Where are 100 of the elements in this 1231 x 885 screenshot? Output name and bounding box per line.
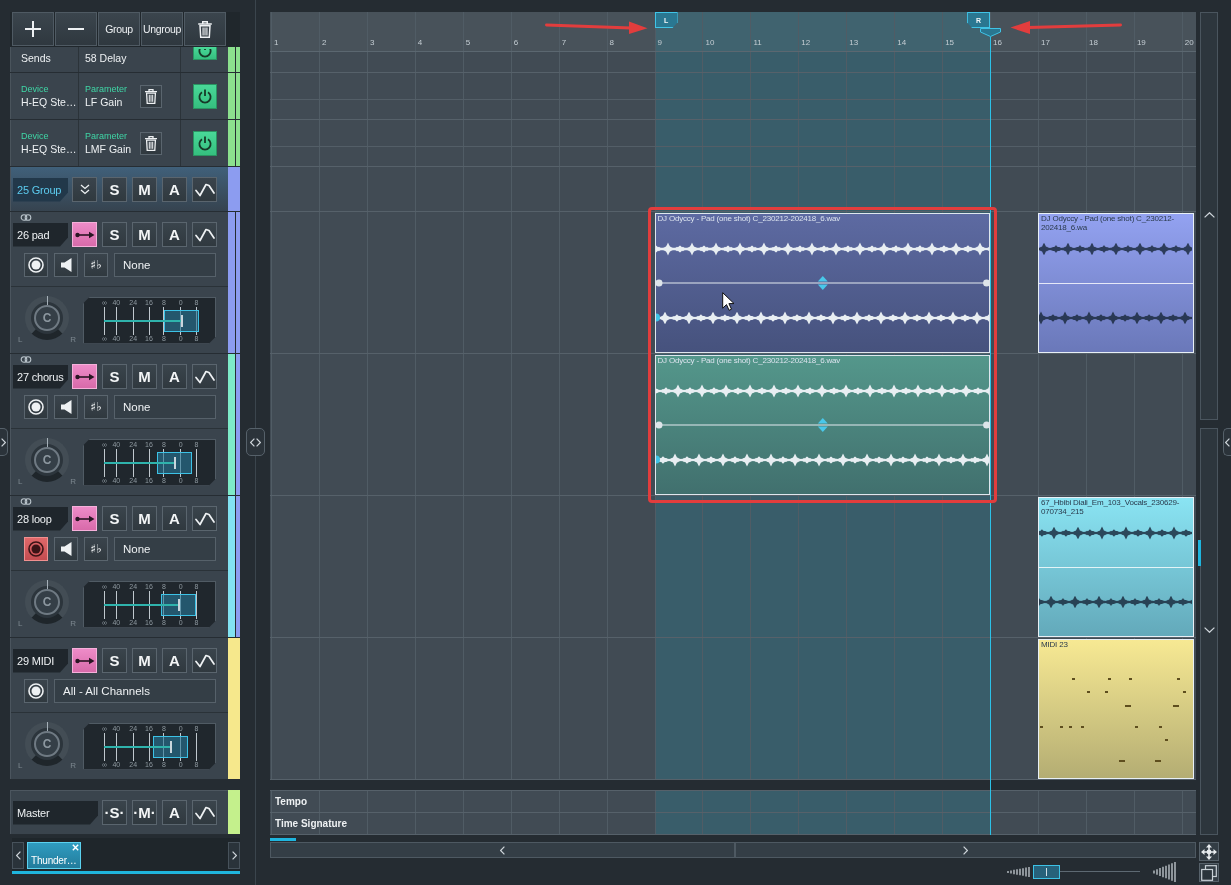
move-button[interactable] xyxy=(1199,842,1219,861)
toolbar-button[interactable]: Group xyxy=(98,12,140,46)
track-name-field[interactable]: Master xyxy=(13,800,98,825)
fader-handle[interactable] xyxy=(161,593,197,616)
expand-panel-button[interactable] xyxy=(0,428,8,456)
track-name-field[interactable]: 27 chorus xyxy=(13,364,68,389)
envelope-handle[interactable] xyxy=(655,279,662,287)
pan-knob[interactable]: C xyxy=(25,438,69,482)
fader-track[interactable] xyxy=(104,448,197,477)
power-button[interactable] xyxy=(192,83,217,109)
delete-button[interactable] xyxy=(140,131,162,155)
input-dropdown[interactable]: None xyxy=(114,253,216,277)
automation-button[interactable] xyxy=(192,222,217,247)
scroll-thumb[interactable] xyxy=(1198,540,1201,566)
track-toggle-button[interactable]: M xyxy=(132,222,157,247)
track-tab[interactable]: Thunder… xyxy=(27,842,81,869)
automation-button[interactable] xyxy=(192,177,217,202)
track-toggle-button[interactable]: A xyxy=(162,222,187,247)
audio-clip[interactable]: DJ Odyccy - Pad (one shot) C_230212-202418_6.wa xyxy=(1038,213,1194,353)
track-name-field[interactable]: 26 pad xyxy=(13,222,68,247)
record-button[interactable] xyxy=(24,395,48,419)
track-toggle-button[interactable]: A xyxy=(162,506,187,531)
audio-clip[interactable]: 67_Hbibi Diali_Em_103_Vocals_230629-070734_215 xyxy=(1038,497,1194,637)
track-toggle-button[interactable]: A xyxy=(162,364,187,389)
fade-handle[interactable] xyxy=(655,455,660,464)
track-toggle-button[interactable]: M xyxy=(132,506,157,531)
audio-clip[interactable]: DJ Odyccy - Pad (one shot) C_230212-202418_6.wav xyxy=(654,213,991,353)
track-toggle-button[interactable]: S xyxy=(102,506,127,531)
track-toggle-button[interactable]: S xyxy=(102,177,127,202)
fader-track[interactable] xyxy=(104,732,197,761)
field-label: Device xyxy=(21,130,50,142)
bar-number: 6 xyxy=(513,38,519,47)
window-button[interactable] xyxy=(1199,863,1219,882)
track-toggle-button[interactable]: A xyxy=(162,177,187,202)
chevron-up-icon xyxy=(1203,212,1215,218)
fader-track[interactable] xyxy=(104,306,197,335)
zoom-slider-track[interactable] xyxy=(1033,862,1140,882)
track-name-field[interactable]: 25 Group xyxy=(13,177,68,202)
zoom-slider-thumb[interactable] xyxy=(1033,865,1060,879)
gain-handle[interactable] xyxy=(817,276,828,290)
track-toggle-button[interactable]: M xyxy=(132,648,157,673)
routing-button[interactable] xyxy=(72,222,97,247)
routing-button[interactable] xyxy=(72,364,97,389)
record-button[interactable] xyxy=(24,537,48,561)
delete-button[interactable] xyxy=(184,12,226,46)
input-dropdown[interactable]: None xyxy=(114,537,216,561)
monitor-button[interactable] xyxy=(54,395,78,419)
transpose-button[interactable]: ♯♭ xyxy=(84,395,108,419)
routing-button[interactable] xyxy=(72,648,97,673)
envelope-handle[interactable] xyxy=(655,421,662,429)
expand-panel-button[interactable] xyxy=(1223,428,1231,456)
monitor-button[interactable] xyxy=(54,537,78,561)
monitor-button[interactable] xyxy=(54,253,78,277)
fade-handle[interactable] xyxy=(655,313,660,322)
fader-handle[interactable] xyxy=(153,735,188,758)
record-button[interactable] xyxy=(24,253,48,277)
track-toggle-button[interactable]: S xyxy=(102,364,127,389)
automation-button[interactable] xyxy=(192,506,217,531)
routing-button[interactable] xyxy=(72,506,97,531)
automation-button[interactable] xyxy=(192,648,217,673)
playhead-handle[interactable] xyxy=(979,28,1001,37)
transpose-button[interactable]: ♯♭ xyxy=(84,537,108,561)
envelope-handle[interactable] xyxy=(982,421,990,429)
fader-handle[interactable] xyxy=(164,309,200,332)
toggle-panel-button[interactable] xyxy=(246,428,265,456)
pan-knob[interactable]: C xyxy=(25,580,69,624)
toolbar-button[interactable]: Ungroup xyxy=(141,12,183,46)
chevron-right-icon xyxy=(963,845,968,855)
track-toggle-button[interactable]: S xyxy=(102,222,127,247)
track-toggle-button[interactable]: ·M· xyxy=(132,800,157,825)
envelope-handle[interactable] xyxy=(982,279,990,287)
track-toggle-button[interactable]: A xyxy=(162,648,187,673)
input-dropdown[interactable]: All - All Channels xyxy=(54,679,216,703)
track-name-field[interactable]: 28 loop xyxy=(13,506,68,531)
power-button[interactable] xyxy=(192,130,217,156)
record-button[interactable] xyxy=(24,679,48,703)
power-button[interactable] xyxy=(192,47,217,60)
remove-button[interactable] xyxy=(55,12,97,46)
pan-knob[interactable]: C xyxy=(25,296,69,340)
track-toggle-button[interactable]: ·S· xyxy=(102,800,127,825)
fader-track[interactable] xyxy=(104,590,197,619)
automation-button[interactable] xyxy=(192,364,217,389)
collapse-button[interactable] xyxy=(72,177,97,202)
track-toggle-button[interactable]: M xyxy=(132,364,157,389)
fader-handle[interactable] xyxy=(156,451,192,474)
input-dropdown[interactable]: None xyxy=(114,395,216,419)
transpose-button[interactable]: ♯♭ xyxy=(84,253,108,277)
track-toggle-button[interactable]: M xyxy=(132,177,157,202)
track-toggle-button[interactable]: S xyxy=(102,648,127,673)
overlapping-squares-icon xyxy=(1201,864,1217,881)
scroll-right-button[interactable] xyxy=(228,842,240,869)
pan-knob[interactable]: C xyxy=(25,722,69,766)
midi-clip[interactable]: MIDI 23 xyxy=(1038,639,1194,779)
automation-button[interactable] xyxy=(192,800,217,825)
gain-handle[interactable] xyxy=(817,418,828,432)
delete-button[interactable] xyxy=(140,84,162,108)
add-button[interactable] xyxy=(12,12,54,46)
track-name-field[interactable]: 29 MIDI xyxy=(13,648,68,673)
scroll-left-button[interactable] xyxy=(12,842,24,869)
track-toggle-button[interactable]: A xyxy=(162,800,187,825)
